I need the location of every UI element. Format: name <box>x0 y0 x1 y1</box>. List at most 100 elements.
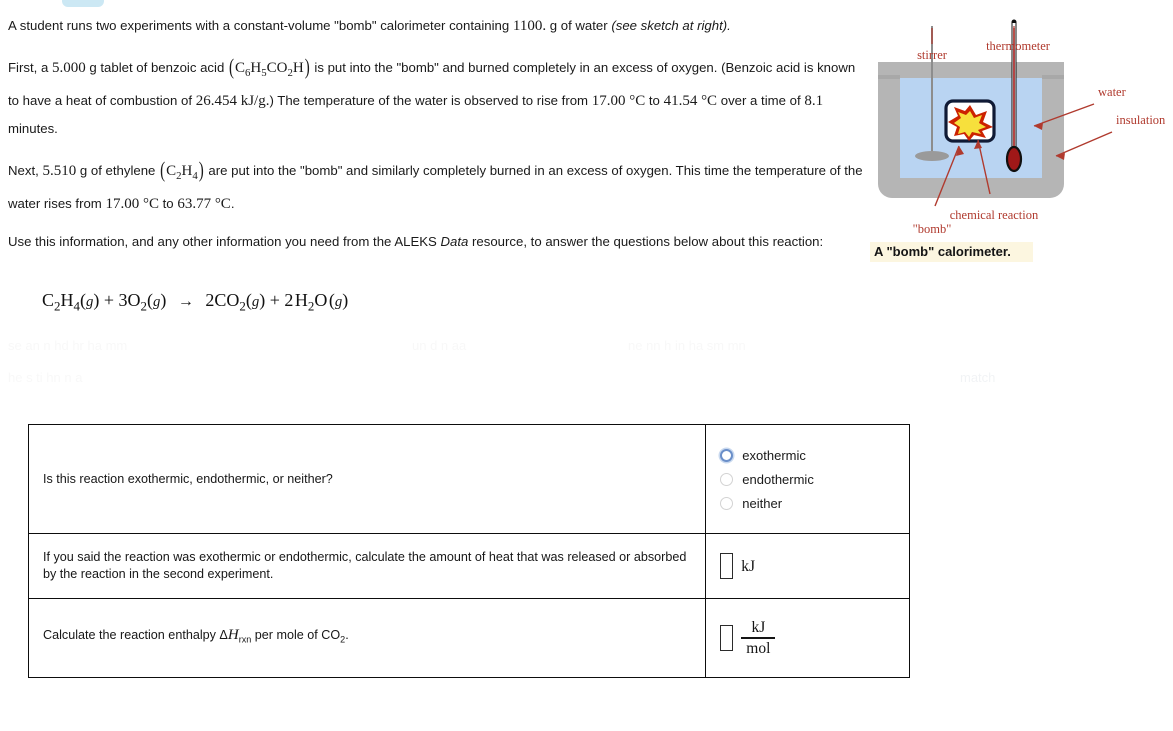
unit-label-kj: kJ <box>741 557 756 575</box>
equation-reactant-ethylene: C2H4(g) <box>42 290 100 314</box>
sketch-note: (see sketch at right). <box>611 18 731 33</box>
fraction-bar <box>741 637 776 639</box>
radio-label-exothermic: exothermic <box>742 447 806 463</box>
label-chemical-reaction: chemical reaction <box>950 208 1039 222</box>
enthalpy-text-mid: per mole of CO <box>251 628 341 643</box>
initial-temp-1: 17.00 <box>591 93 626 109</box>
final-temp-2: 63.77 <box>177 196 212 212</box>
open-paren: ( <box>228 56 234 80</box>
lid <box>878 62 1064 77</box>
first-text-e: to <box>645 93 664 108</box>
label-thermometer: thermometer <box>986 39 1051 53</box>
ghost-artifact-text: match <box>960 370 996 385</box>
ethylene-mass: 5.510 <box>42 163 77 179</box>
answer-input-line: kJ mol <box>720 619 895 658</box>
answer-cell-radio-group[interactable]: exothermic endothermic neither <box>705 424 910 534</box>
enthalpy-symbol-h: H <box>227 627 239 644</box>
radio-label-endothermic: endothermic <box>742 471 814 487</box>
answer-cell-heat[interactable]: kJ <box>705 533 910 599</box>
question-answer-table: Is this reaction exothermic, endothermic… <box>27 424 910 678</box>
label-water: water <box>1098 85 1127 99</box>
instr-text-a: Use this information, and any other info… <box>8 234 441 249</box>
experiment-time: 8.1 <box>804 93 824 109</box>
close-paren: ) <box>304 56 310 80</box>
enthalpy-text-pre: Calculate the reaction enthalpy Δ <box>43 628 228 643</box>
degc-2: °C <box>697 93 718 109</box>
ghost-artifact-text: un d n aa <box>412 338 467 353</box>
enthalpy-subscript-rxn: rxn <box>238 634 252 645</box>
intro-text-a: A student runs two experiments with a co… <box>8 18 513 33</box>
fraction-denominator: mol <box>746 640 771 658</box>
problem-statement: A student runs two experiments with a co… <box>8 12 864 252</box>
question-cell-exothermic: Is this reaction exothermic, endothermic… <box>27 424 707 534</box>
next-text-e: to <box>158 196 178 211</box>
plus-2: + <box>269 290 280 310</box>
calorimeter-diagram-svg: stirrer thermometer water insulation che… <box>878 19 1166 236</box>
degc-4: °C <box>211 196 231 212</box>
equation-product-co2: 2CO2(g) <box>205 290 266 314</box>
paragraph-second-experiment: Next, 5.510 g of ethylene (C2H4) are put… <box>8 157 864 218</box>
ghost-artifact-text: ne nn h in ha sm mn <box>628 338 746 353</box>
close-paren-2: ) <box>198 159 204 183</box>
ghost-artifact-text: he s ti hn n a <box>8 370 83 385</box>
heat-of-combustion-units: kJ/g. <box>236 93 270 109</box>
first-text-g: minutes. <box>8 121 58 136</box>
next-text-b: g of ethylene <box>76 163 160 178</box>
open-paren-2: ( <box>160 159 166 183</box>
intro-text-b: g of water <box>546 18 612 33</box>
question-cell-enthalpy: Calculate the reaction enthalpy ΔHrxn pe… <box>27 598 707 678</box>
question-cell-heat: If you said the reaction was exothermic … <box>27 533 707 599</box>
first-text-f: over a time of <box>717 93 805 108</box>
heat-input-field[interactable] <box>720 553 734 579</box>
equation-product-water: 2 H2O (g) <box>284 290 349 314</box>
reaction-arrow-icon: → <box>177 293 194 310</box>
unit-label-kj-per-mol: kJ mol <box>741 618 776 658</box>
water-mass: 1100. <box>512 18 547 34</box>
radio-option-exothermic[interactable]: exothermic <box>720 447 895 464</box>
final-temp-1: 41.54 <box>663 93 698 109</box>
instr-text-b: resource, to answer the questions below … <box>468 234 824 249</box>
ethylene-formula: C2H4 <box>166 163 198 182</box>
fraction-numerator: kJ <box>751 618 766 636</box>
bomb-calorimeter-figure: stirrer thermometer water insulation che… <box>866 4 1166 262</box>
paragraph-instructions: Use this information, and any other info… <box>8 232 864 252</box>
next-text-a: Next, <box>8 163 43 178</box>
equation-reactant-oxygen: 3O2(g) <box>118 290 167 314</box>
data-resource-name: Data <box>440 234 469 249</box>
radio-option-endothermic[interactable]: endothermic <box>720 471 895 488</box>
period-end: . <box>230 196 235 211</box>
lid-notch-left <box>878 75 900 79</box>
radio-label-neither: neither <box>742 495 783 511</box>
label-bomb: "bomb" <box>913 222 952 236</box>
initial-temp-2: 17.00 <box>105 196 140 212</box>
reaction-equation: C2H4(g) + 3O2(g) → 2CO2(g) + 2 H2O (g) <box>42 290 348 315</box>
radio-button-icon[interactable] <box>720 448 734 462</box>
label-stirrer: stirrer <box>917 48 948 62</box>
label-insulation: insulation <box>1116 113 1166 127</box>
enthalpy-input-field[interactable] <box>720 625 734 651</box>
lid-notch-right <box>1042 75 1064 79</box>
figure-caption: A "bomb" calorimeter. <box>870 242 1033 262</box>
first-text-d: ) The temperature of the water is observ… <box>269 93 592 108</box>
thermometer-bulb <box>1005 145 1023 173</box>
paragraph-intro: A student runs two experiments with a co… <box>8 12 864 40</box>
browser-chrome-fragment <box>62 0 104 7</box>
enthalpy-text-end: . <box>345 628 349 643</box>
first-text-a: First, a <box>8 60 52 75</box>
table-row: Is this reaction exothermic, endothermic… <box>27 424 910 534</box>
radio-button-icon[interactable] <box>720 472 734 486</box>
radio-button-icon[interactable] <box>720 496 734 510</box>
degc-1: °C <box>625 93 646 109</box>
degc-3: °C <box>139 196 159 212</box>
answer-input-line: kJ <box>720 553 895 579</box>
benzoic-formula: C6H5CO2H <box>234 60 304 79</box>
first-text-b: g tablet of benzoic acid <box>85 60 228 75</box>
answer-cell-enthalpy[interactable]: kJ mol <box>705 598 910 678</box>
table-row: If you said the reaction was exothermic … <box>27 533 910 599</box>
radio-option-neither[interactable]: neither <box>720 495 895 512</box>
heat-of-combustion-value: 26.454 <box>195 93 237 109</box>
ghost-artifact-text: se an n hd hr ha mm <box>8 338 128 353</box>
insulation-leader-line <box>1055 131 1113 157</box>
table-row: Calculate the reaction enthalpy ΔHrxn pe… <box>27 598 910 678</box>
paragraph-first-experiment: First, a 5.000 g tablet of benzoic acid … <box>8 54 864 143</box>
